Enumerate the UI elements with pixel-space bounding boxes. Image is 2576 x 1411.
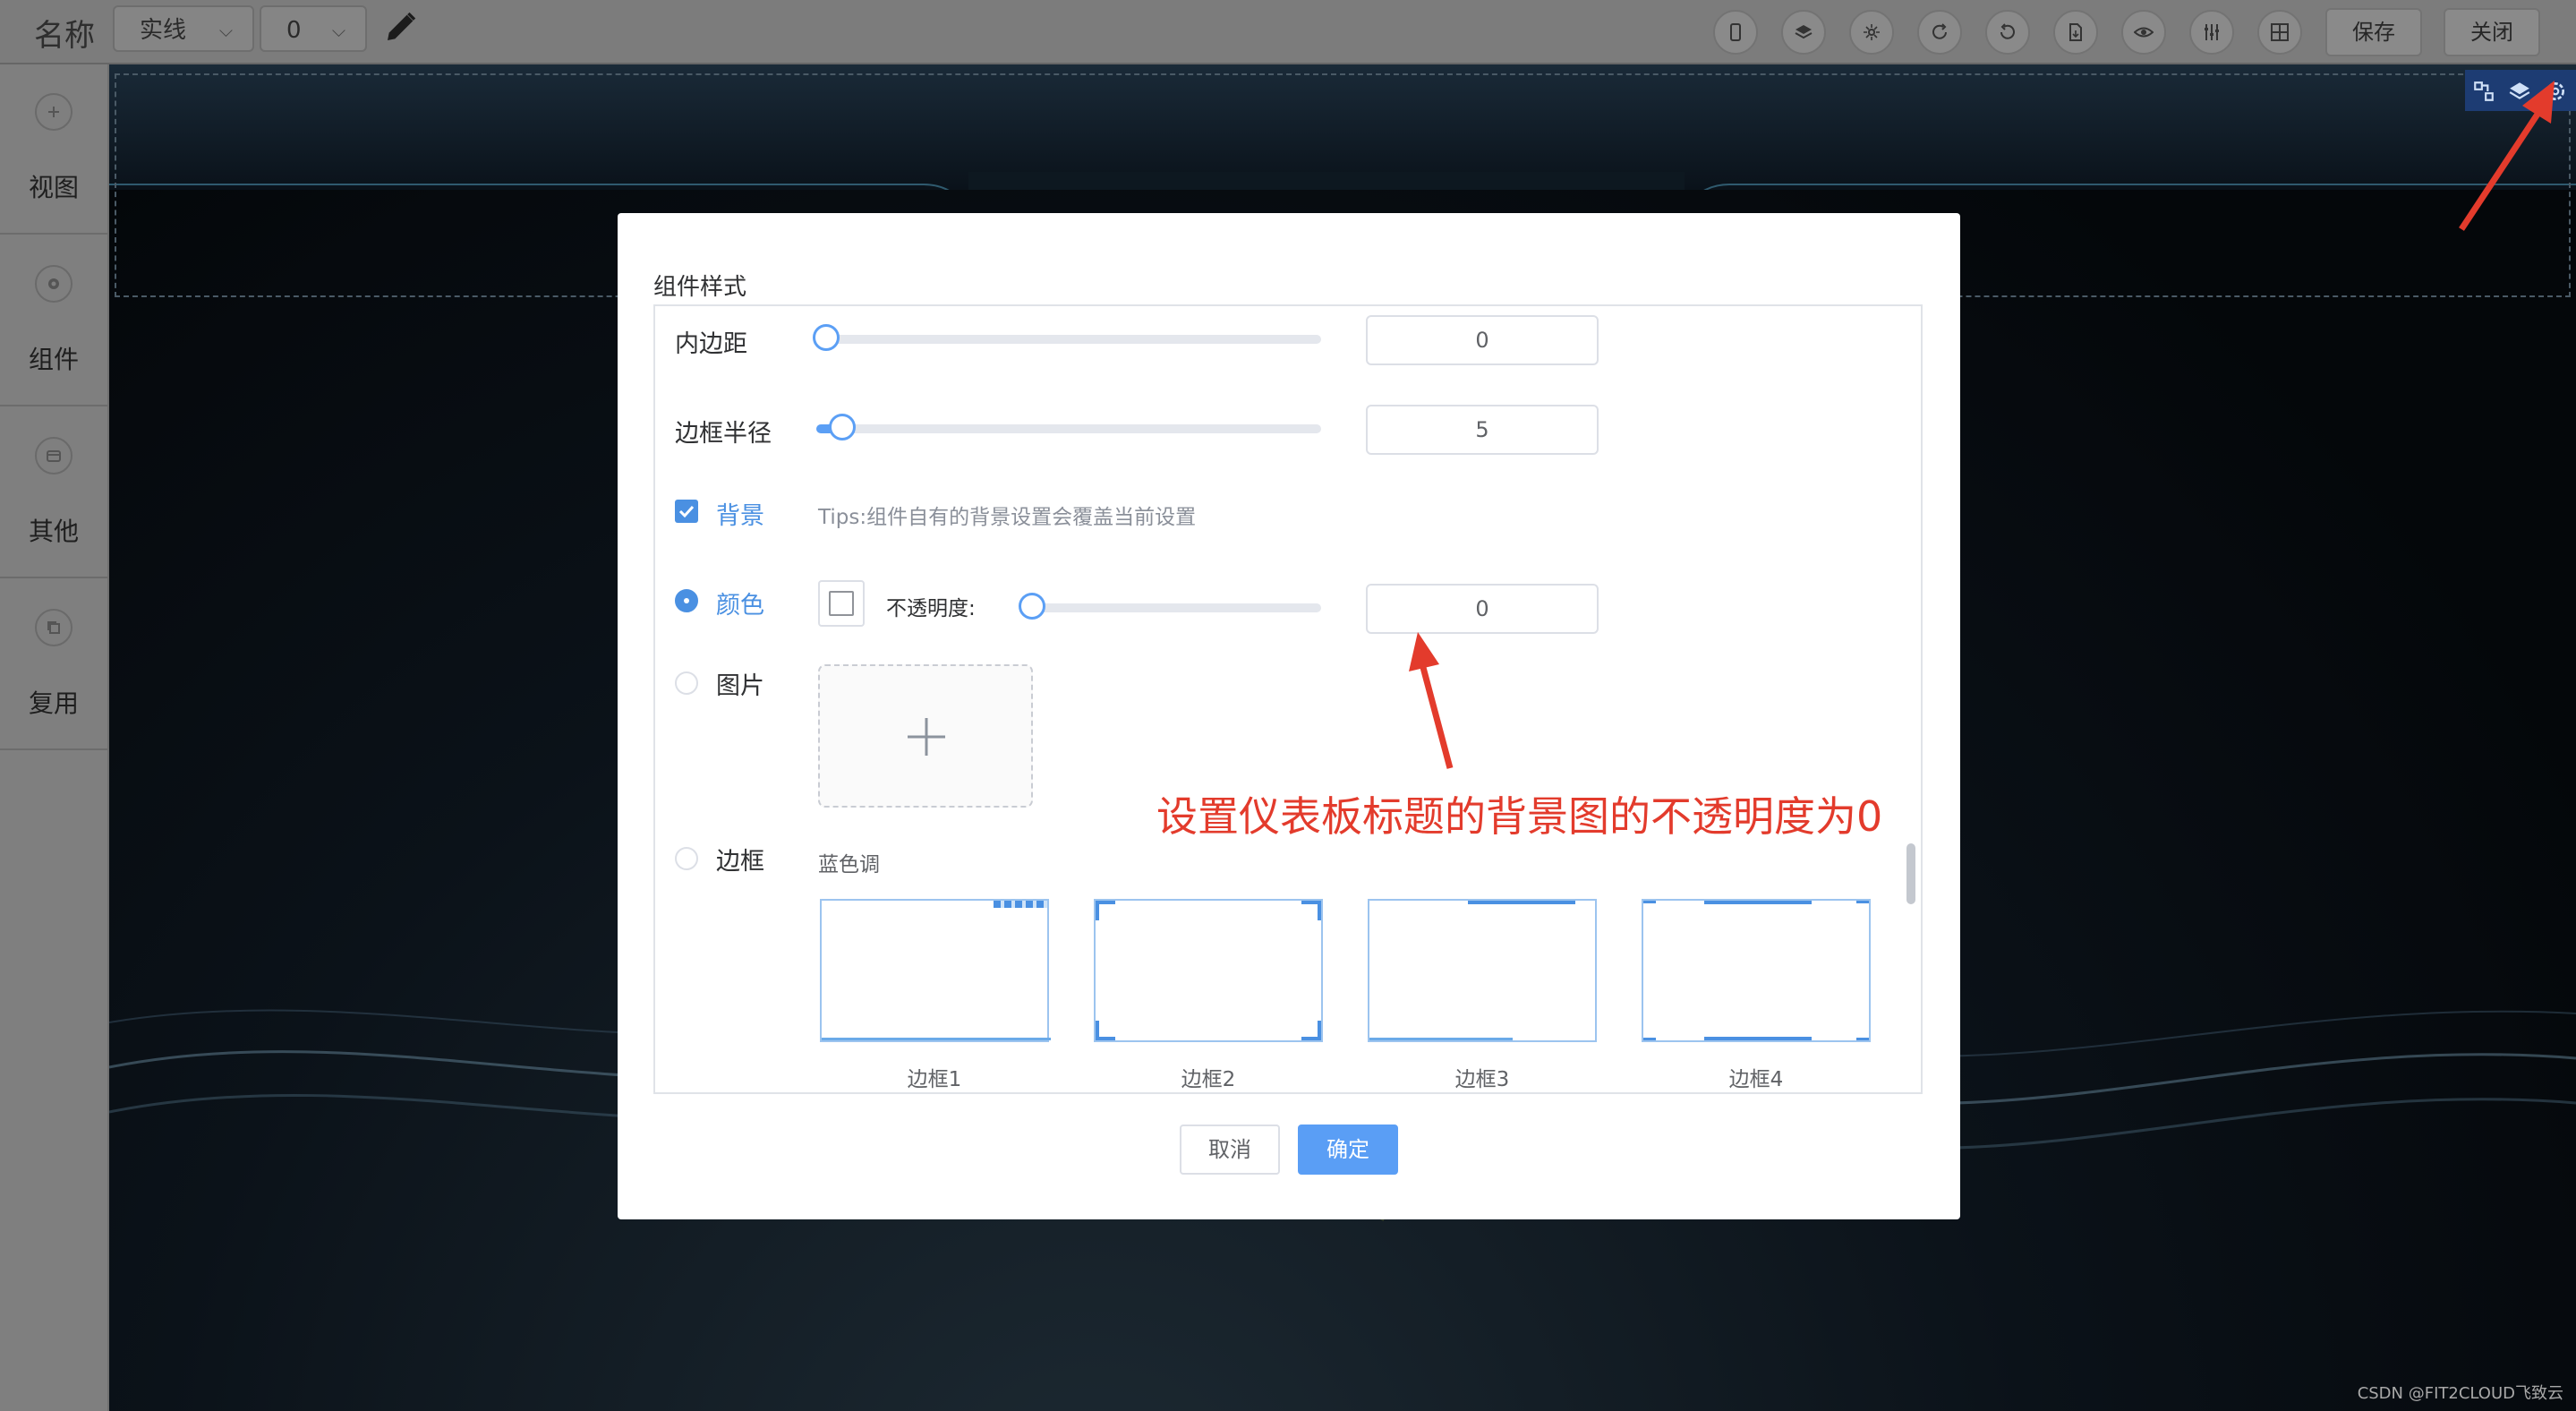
settings-sliders-icon xyxy=(2205,24,2219,40)
border-radius-label: 边框半径 xyxy=(675,420,772,448)
sidebar-item-reuse[interactable]: 复用 xyxy=(0,580,107,750)
sidebar-item-view[interactable]: 视图 xyxy=(0,64,107,235)
color-radio[interactable] xyxy=(675,589,698,612)
color-label[interactable]: 颜色 xyxy=(716,586,764,620)
top-toolbar: 名称 实线 ⌵ 0 ⌵ 保存 关闭 xyxy=(0,0,2576,64)
border-option-1[interactable] xyxy=(820,899,1051,1042)
plus-circle-icon xyxy=(35,93,73,131)
blue-tone-label: 蓝色调 xyxy=(818,853,880,877)
padding-label: 内边距 xyxy=(675,330,747,358)
undo-button[interactable] xyxy=(1985,10,2030,55)
close-button[interactable]: 关闭 xyxy=(2444,8,2540,56)
border-option-4[interactable] xyxy=(1642,899,1871,1042)
chevron-down-icon: ⌵ xyxy=(331,20,345,41)
border-option-caption: 边框3 xyxy=(1454,1068,1510,1091)
sidebar-item-other[interactable]: 其他 xyxy=(0,408,107,578)
line-style-select[interactable]: 实线 ⌵ xyxy=(113,5,254,52)
image-radio[interactable] xyxy=(675,671,698,695)
style-settings-panel: 内边距 0 边框半径 5 背景 Tips:组件自有的背景设置会覆盖当前设置 颜色… xyxy=(653,304,1923,1094)
component-style-dialog: 组件样式 内边距 0 边框半径 5 背景 Tips:组件自有的背景设置会覆盖当前… xyxy=(618,213,1960,1219)
preview-button[interactable] xyxy=(2121,10,2166,55)
line-width-select[interactable]: 0 ⌵ xyxy=(260,5,367,52)
mobile-icon xyxy=(1730,23,1741,41)
chevron-down-icon: ⌵ xyxy=(218,20,233,41)
sidebar-item-label: 复用 xyxy=(28,688,79,718)
border-label[interactable]: 边框 xyxy=(716,842,764,877)
plus-icon xyxy=(908,718,945,756)
border-radius-slider[interactable] xyxy=(816,414,1321,440)
annotation-arrow-icon xyxy=(1409,632,1454,769)
gear-icon xyxy=(35,265,73,303)
cancel-button[interactable]: 取消 xyxy=(1180,1125,1280,1175)
padding-slider[interactable] xyxy=(813,324,1321,351)
color-picker[interactable] xyxy=(818,580,865,627)
border-radio[interactable] xyxy=(675,847,698,870)
redo-button[interactable] xyxy=(1917,10,1962,55)
auto-layout-button[interactable] xyxy=(1849,10,1894,55)
save-button[interactable]: 保存 xyxy=(2325,8,2422,56)
background-tips: Tips:组件自有的背景设置会覆盖当前设置 xyxy=(818,506,1197,529)
grid-button[interactable] xyxy=(2257,10,2302,55)
opacity-slider-handle[interactable] xyxy=(1019,593,1045,620)
undo-icon xyxy=(2000,23,2015,39)
check-icon xyxy=(678,505,695,518)
box-icon xyxy=(35,437,73,475)
watermark: CSDN @FIT2CLOUD飞致云 xyxy=(2357,1384,2563,1403)
image-uploader[interactable] xyxy=(818,664,1033,808)
padding-slider-handle[interactable] xyxy=(813,324,840,351)
sidebar-item-label: 视图 xyxy=(28,173,79,202)
opacity-label: 不透明度: xyxy=(886,597,976,620)
border-option-caption: 边框2 xyxy=(1181,1068,1236,1091)
border-radius-input[interactable]: 5 xyxy=(1366,405,1599,455)
dashboard-name-label[interactable]: 名称 xyxy=(34,11,95,55)
border-option-caption: 边框4 xyxy=(1728,1068,1784,1091)
magic-icon xyxy=(1864,24,1880,40)
copy-icon xyxy=(35,609,73,646)
background-label[interactable]: 背景 xyxy=(716,496,764,531)
border-option-3[interactable] xyxy=(1368,899,1597,1042)
opacity-slider[interactable] xyxy=(1019,593,1321,620)
mobile-layout-button[interactable] xyxy=(1713,10,1758,55)
padding-input[interactable]: 0 xyxy=(1366,315,1599,365)
refresh-icon xyxy=(1932,23,1947,39)
background-checkbox[interactable] xyxy=(675,500,698,523)
left-sidebar: 视图 组件 其他 复用 xyxy=(0,64,109,1411)
layers-button[interactable] xyxy=(1781,10,1826,55)
grid-icon xyxy=(2271,23,2289,41)
line-style-value: 实线 xyxy=(140,17,187,44)
sidebar-item-label: 其他 xyxy=(28,517,79,546)
annotation-arrow-icon xyxy=(2459,81,2555,231)
preview-icon xyxy=(2134,27,2154,38)
dialog-title: 组件样式 xyxy=(653,274,747,301)
export-icon xyxy=(2069,23,2082,41)
panel-scrollbar[interactable] xyxy=(1906,843,1915,904)
sidebar-item-component[interactable]: 组件 xyxy=(0,236,107,406)
pencil-icon[interactable] xyxy=(383,9,419,45)
param-settings-button[interactable] xyxy=(2189,10,2234,55)
image-label[interactable]: 图片 xyxy=(716,666,764,701)
border-radius-slider-handle[interactable] xyxy=(829,414,856,440)
confirm-button[interactable]: 确定 xyxy=(1298,1125,1398,1175)
annotation-text: 设置仪表板标题的背景图的不透明度为0 xyxy=(1156,792,1883,841)
sidebar-item-label: 组件 xyxy=(28,345,79,374)
layers-icon xyxy=(1795,25,1813,39)
border-option-caption: 边框1 xyxy=(907,1068,962,1091)
border-option-2[interactable] xyxy=(1094,899,1323,1042)
export-button[interactable] xyxy=(2053,10,2098,55)
line-width-value: 0 xyxy=(286,17,302,44)
